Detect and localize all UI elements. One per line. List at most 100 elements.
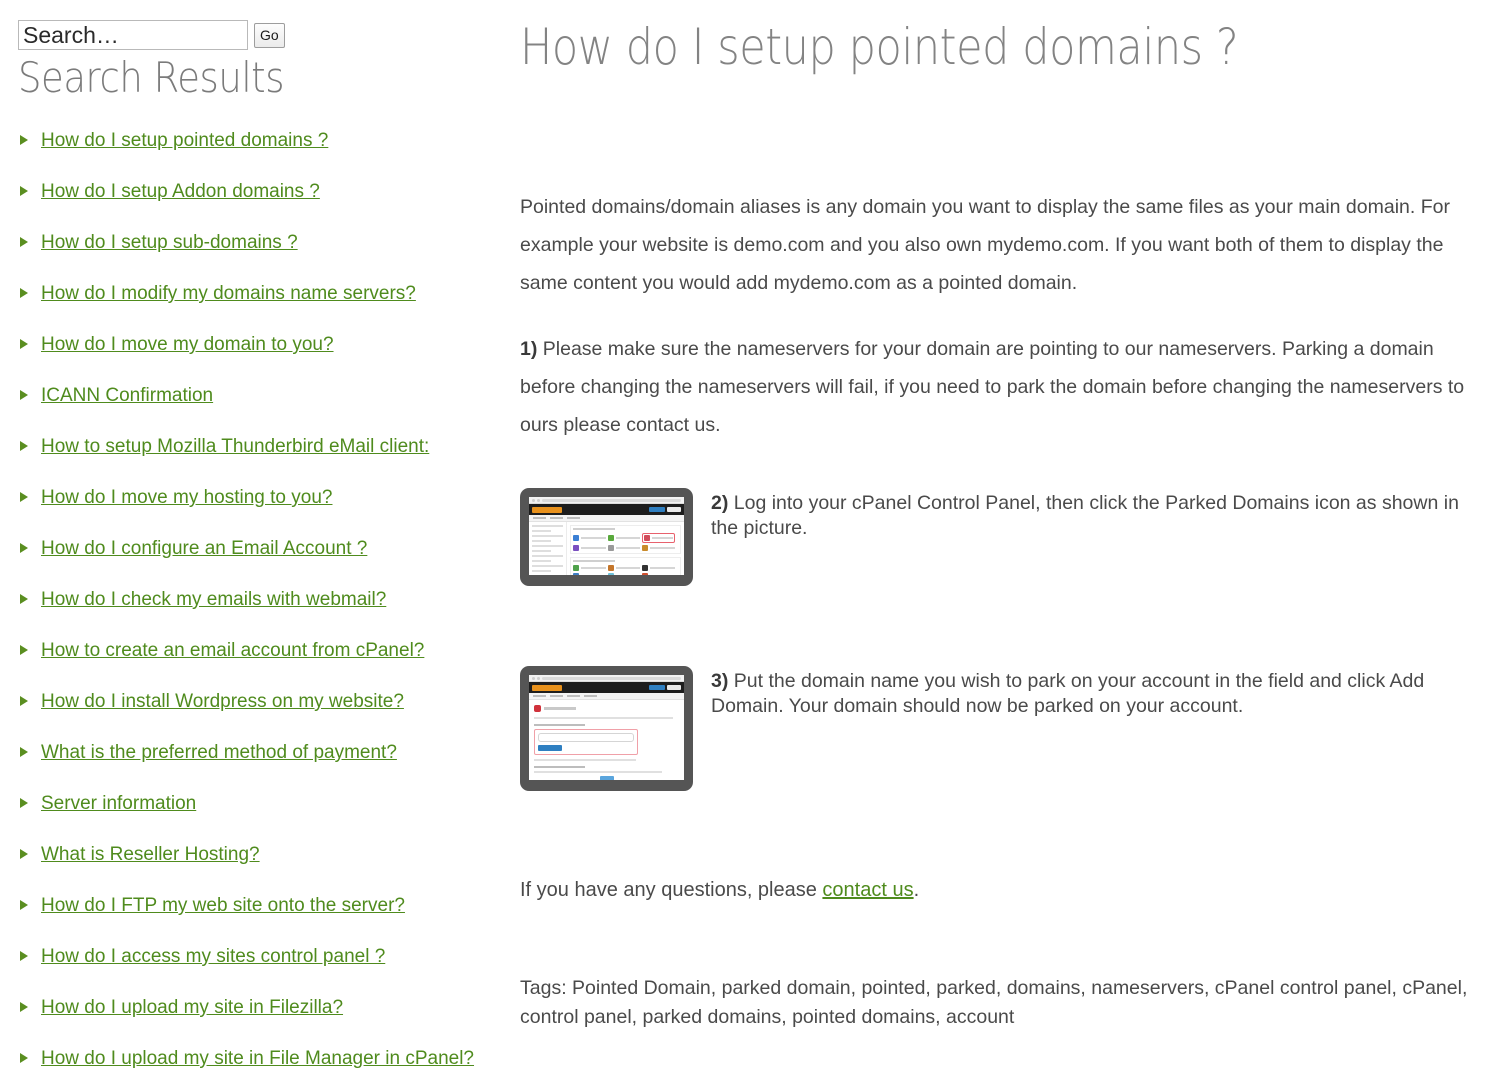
heading-text [544,707,576,710]
search-result-link[interactable]: How do I modify my domains name servers? [41,283,416,304]
search-result-link[interactable]: How do I move my hosting to you? [41,487,332,508]
browser-url-bar [542,498,681,502]
list-item: What is Reseller Hosting? [18,842,500,868]
search-result-link[interactable]: How do I upload my site in Filezilla? [41,997,343,1018]
step-3-block: 3) Put the domain name you wish to park … [520,666,1471,791]
triangle-right-icon [20,237,28,248]
triangle-right-icon [20,492,28,503]
step-3-text: Put the domain name you wish to park on … [711,670,1425,717]
subdomain-icon [607,535,614,541]
search-result-link[interactable]: How do I move my domain to you? [41,334,334,355]
list-item: How do I install Wordpress on my website… [18,689,500,715]
search-result-link[interactable]: ICANN Confirmation [41,385,213,406]
cpanel-tile [642,565,675,571]
stat-line [532,565,563,567]
email-icon [573,565,579,571]
cpanel-nav-item [584,695,597,697]
spam-icon [607,573,614,575]
stat-line [532,555,563,557]
stat-line [532,530,551,532]
step-2-text-block: 2) Log into your cPanel Control Panel, t… [711,488,1471,541]
closing-prefix: If you have any questions, please [520,879,823,901]
cpanel-primary-button [649,507,665,512]
search-result-link[interactable]: How to create an email account from cPan… [41,640,424,661]
stat-line [532,560,551,562]
cpanel-parked-domains-screenshot-frame[interactable] [520,666,693,791]
cpanel-group-mail [570,557,681,575]
list-item: How do I check my emails with webmail? [18,587,500,613]
list-item: How to create an email account from cPan… [18,638,500,664]
search-result-link[interactable]: How do I setup sub-domains ? [41,232,298,253]
cpanel-nav-bar [529,515,684,522]
triangle-right-icon [20,1002,28,1013]
page-title: How do I setup pointed domains ? [520,18,1239,76]
list-item: What is the preferred method of payment? [18,740,500,766]
tile-label [615,547,641,549]
triangle-right-icon [20,951,28,962]
search-result-link[interactable]: How do I upload my site in File Manager … [41,1048,474,1069]
list-item: Server information [18,791,500,817]
sidebar: Go Search Results How do I setup pointed… [0,0,500,1087]
triangle-right-icon [20,543,28,554]
search-result-link[interactable]: How do I FTP my web site onto the server… [41,895,405,916]
remove-aliases-label [534,766,585,768]
search-results-title: Search Results [18,53,285,102]
list-item: How do I FTP my web site onto the server… [18,893,500,919]
cpanel-home-screenshot-frame[interactable] [520,488,693,586]
search-result-link[interactable]: How do I setup Addon domains ? [41,181,320,202]
icon-grid [573,533,678,551]
search-go-button[interactable]: Go [254,22,285,48]
tile-label [581,567,606,569]
cpanel-header-buttons [649,507,681,512]
triangle-right-icon [20,390,28,401]
list-item: How do I configure an Email Account ? [18,536,500,562]
group-title [573,560,615,562]
search-result-link[interactable]: What is the preferred method of payment? [41,742,397,763]
add-domain-form-highlighted[interactable] [534,729,639,755]
list-item: How do I setup Addon domains ? [18,179,500,205]
search-result-link[interactable]: How do I install Wordpress on my website… [41,691,404,712]
list-item: How do I move my domain to you? [18,332,500,358]
search-result-link[interactable]: How do I configure an Email Account ? [41,538,367,559]
search-result-link[interactable]: Server information [41,793,196,814]
cpanel-header-bar [529,504,684,515]
parked-domains-icon [644,535,651,541]
parked-domains-tile-highlighted[interactable] [642,533,675,543]
list-item: ICANN Confirmation [18,383,500,409]
mailinglist-icon [642,573,649,575]
triangle-right-icon [20,288,28,299]
help-text-line [534,771,662,773]
cpanel-nav-item [567,517,580,519]
step-2-text: Log into your cPanel Control Panel, then… [711,492,1459,539]
icon-grid [573,565,678,575]
cpanel-body [529,522,684,575]
webmail-icon [642,565,649,571]
search-result-link[interactable]: How do I setup pointed domains ? [41,130,328,151]
search-form: Go [18,20,500,50]
search-result-link[interactable]: What is Reseller Hosting? [41,844,260,865]
contact-us-link[interactable]: contact us [822,879,913,901]
triangle-right-icon [20,135,28,146]
search-input[interactable] [18,20,248,50]
cpanel-nav-item [533,517,546,519]
search-result-link[interactable]: How do I check my emails with webmail? [41,589,386,610]
closing-suffix: . [913,879,920,901]
parked-domains-page-body [529,700,684,780]
browser-chrome-bar [529,675,684,682]
search-results-list: How do I setup pointed domains ? How do … [18,128,500,1072]
step-2-block: 2) Log into your cPanel Control Panel, t… [520,488,1471,586]
search-result-link[interactable]: How to setup Mozilla Thunderbird eMail c… [41,436,429,457]
domain-name-input[interactable] [538,733,635,742]
intro-text: Pointed domains/domain aliases is any do… [520,196,1450,294]
search-result-link[interactable]: How do I access my sites control panel ? [41,946,385,967]
cpanel-tile [573,573,606,575]
cpanel-secondary-button [667,507,681,512]
cpanel-parked-domains-screenshot [529,675,684,780]
step-1-number: 1) [520,338,538,360]
create-new-alias-label [534,724,585,726]
group-title [573,528,615,530]
cpanel-tile [642,573,675,575]
add-domain-button[interactable] [538,745,562,751]
globe-icon [573,535,579,541]
autoresponder-icon [573,573,579,575]
